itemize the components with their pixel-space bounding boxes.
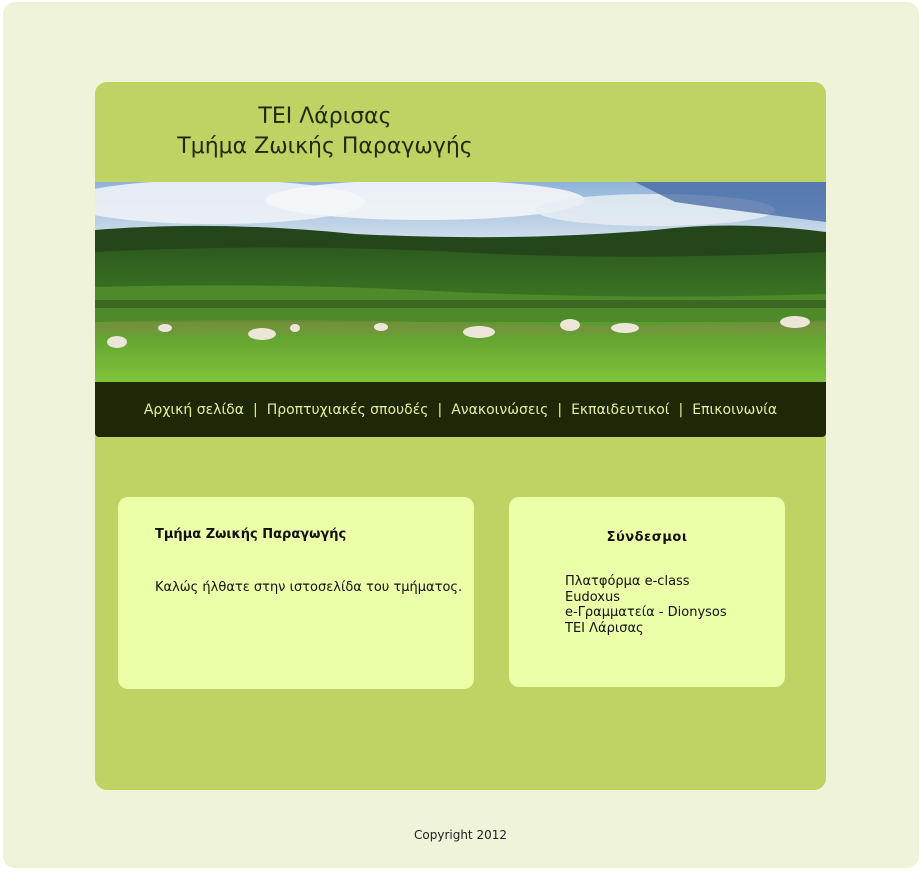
welcome-panel: Τμήμα Ζωικής Παραγωγής Καλώς ήλθατε στην… — [118, 497, 474, 689]
site-container: ΤΕΙ Λάρισας Τμήμα Ζωικής Παραγωγής Αρχικ… — [95, 82, 826, 790]
nav-separator: | — [678, 401, 684, 418]
site-header: ΤΕΙ Λάρισας Τμήμα Ζωικής Παραγωγής — [125, 102, 525, 162]
nav-separator: | — [252, 401, 258, 418]
link-eudoxus[interactable]: Eudoxus — [565, 590, 727, 606]
nav-link-contact[interactable]: Επικοινωνία — [692, 402, 777, 418]
link-eclass[interactable]: Πλατφόρμα e-class — [565, 574, 727, 590]
footer-copyright: Copyright 2012 — [414, 828, 507, 842]
nav-separator: | — [437, 401, 443, 418]
link-tei-larissa[interactable]: ΤΕΙ Λάρισας — [565, 621, 727, 637]
nav-separator: | — [557, 401, 563, 418]
nav-link-home[interactable]: Αρχική σελίδα — [144, 402, 244, 418]
nav-link-announcements[interactable]: Ανακοινώσεις — [451, 402, 548, 418]
main-navigation: Αρχική σελίδα | Προπτυχιακές σπουδές | Α… — [95, 382, 826, 437]
welcome-panel-title: Τμήμα Ζωικής Παραγωγής — [155, 527, 347, 542]
nav-link-faculty[interactable]: Εκπαιδευτικοί — [571, 402, 669, 418]
nav-link-undergraduate-studies[interactable]: Προπτυχιακές σπουδές — [267, 402, 429, 418]
site-title-institution: ΤΕΙ Λάρισας — [258, 104, 392, 129]
welcome-message: Καλώς ήλθατε στην ιστοσελίδα του τμήματο… — [155, 580, 463, 595]
link-e-secretariat-dionysos[interactable]: e-Γραμματεία - Dionysos — [565, 605, 727, 621]
links-list: Πλατφόρμα e-class Eudoxus e-Γραμματεία -… — [565, 574, 727, 637]
banner-image — [95, 182, 826, 382]
site-title-department: Τμήμα Ζωικής Παραγωγής — [177, 134, 473, 159]
links-panel-title: Σύνδεσμοι — [606, 530, 688, 545]
links-panel: Σύνδεσμοι Πλατφόρμα e-class Eudoxus e-Γρ… — [509, 497, 785, 687]
